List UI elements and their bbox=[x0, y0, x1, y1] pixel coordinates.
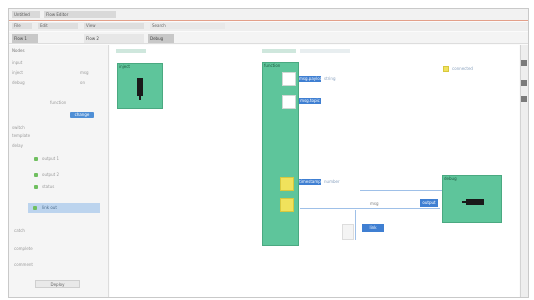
output-label[interactable]: timestamp bbox=[299, 179, 321, 185]
output-meta: string bbox=[324, 76, 336, 81]
connector-wire[interactable] bbox=[355, 210, 356, 240]
window-tab-1[interactable]: Untitled bbox=[12, 11, 40, 18]
sidebar-row-7[interactable]: delay bbox=[12, 143, 42, 148]
output-label[interactable]: msg.topic bbox=[299, 98, 321, 104]
canvas-header-3 bbox=[300, 49, 350, 53]
small-panel[interactable] bbox=[342, 224, 354, 240]
toolbar-search[interactable]: Search bbox=[150, 23, 225, 29]
window-tab-2[interactable]: Flow Editor bbox=[44, 11, 116, 18]
sidebar-apply-button[interactable]: change bbox=[70, 112, 94, 118]
output-meta: number bbox=[324, 179, 340, 184]
deploy-button[interactable]: Deploy bbox=[35, 280, 80, 288]
toolbar-view[interactable]: View bbox=[84, 23, 144, 29]
link-chip[interactable]: link bbox=[362, 224, 384, 232]
bottom-item-2[interactable]: comment bbox=[14, 262, 44, 267]
sidebar-row-6[interactable]: template bbox=[12, 133, 42, 138]
port-block-highlight[interactable] bbox=[280, 198, 294, 212]
port-block-highlight[interactable] bbox=[280, 177, 294, 191]
sidebar-row-5[interactable]: switch bbox=[12, 125, 42, 130]
sidebar-row-2-value: on bbox=[80, 80, 85, 85]
tab-flow-1[interactable]: Flow 1 bbox=[12, 34, 38, 43]
tab-debug[interactable]: Debug bbox=[148, 34, 174, 43]
wire-label: msg bbox=[370, 201, 379, 206]
debug-icon[interactable] bbox=[521, 80, 527, 86]
sidebar-row-2[interactable]: debug bbox=[12, 80, 42, 85]
right-hint: connected bbox=[452, 66, 473, 71]
canvas-header-2 bbox=[262, 49, 296, 53]
plug-icon bbox=[137, 78, 143, 100]
sidebar-header: Nodes bbox=[12, 48, 25, 53]
status-ok-icon bbox=[34, 173, 38, 177]
plug-icon bbox=[462, 199, 484, 205]
connector-wire[interactable] bbox=[360, 190, 442, 191]
function-node[interactable] bbox=[262, 62, 299, 246]
canvas-header-1 bbox=[116, 49, 146, 53]
sidebar-row-1[interactable]: inject bbox=[12, 70, 42, 75]
status-ok-icon bbox=[34, 157, 38, 161]
status-ok-icon bbox=[33, 206, 37, 210]
port-block[interactable] bbox=[282, 72, 296, 86]
bottom-item-0[interactable]: catch bbox=[14, 228, 44, 233]
toolbar-file[interactable]: File bbox=[12, 23, 32, 29]
tab-flow-2[interactable]: Flow 2 bbox=[84, 34, 144, 43]
sidebar-selected-label: link out bbox=[42, 205, 57, 210]
debug-node-title: debug bbox=[444, 176, 457, 181]
output-chip[interactable]: output bbox=[420, 199, 438, 207]
toolbar-edit[interactable]: Edit bbox=[38, 23, 78, 29]
warning-icon bbox=[443, 66, 449, 72]
status-ok-icon bbox=[34, 185, 38, 189]
group-item-2[interactable]: status bbox=[42, 184, 82, 189]
bottom-item-1[interactable]: complete bbox=[14, 246, 44, 251]
output-label[interactable]: msg.payload bbox=[299, 76, 321, 82]
function-node-title: function bbox=[264, 63, 281, 68]
sidebar-row-0[interactable]: input bbox=[12, 60, 42, 65]
port-block[interactable] bbox=[282, 95, 296, 109]
group-item-1[interactable]: output 2 bbox=[42, 172, 82, 177]
config-icon[interactable] bbox=[521, 96, 527, 102]
group-item-0[interactable]: output 1 bbox=[42, 156, 82, 161]
info-icon[interactable] bbox=[521, 60, 527, 66]
sidebar-row-3[interactable]: function bbox=[50, 100, 90, 105]
inject-node-title: inject bbox=[119, 64, 130, 69]
connector-wire[interactable] bbox=[300, 208, 440, 209]
sidebar-row-1-value: msg bbox=[80, 70, 89, 75]
flow-canvas[interactable] bbox=[110, 45, 519, 297]
